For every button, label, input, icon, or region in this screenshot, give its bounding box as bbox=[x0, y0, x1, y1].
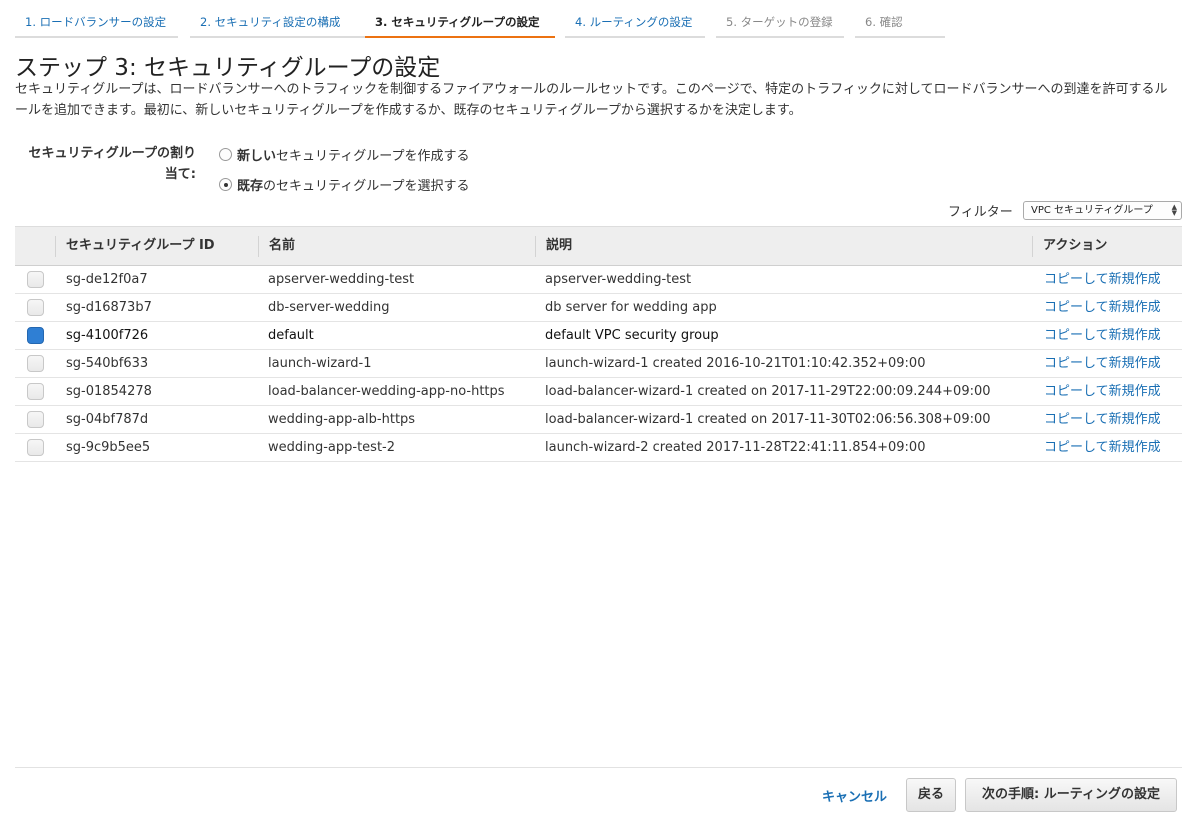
security-group-name: launch-wizard-1 bbox=[268, 356, 372, 371]
security-groups-table: セキュリティグループ ID 名前 説明 アクション sg-de12f0a7 ap… bbox=[15, 226, 1182, 462]
page-description: セキュリティグループは、ロードバランサーへのトラフィックを制御するファイアウォー… bbox=[15, 82, 1168, 118]
filter-select[interactable]: VPC セキュリティグループ ▲ ▼ bbox=[1023, 201, 1182, 220]
copy-create-link[interactable]: コピーして新規作成 bbox=[1044, 434, 1161, 461]
next-routing-button[interactable]: 次の手順: ルーティングの設定 bbox=[965, 778, 1177, 812]
column-header-description[interactable]: 説明 bbox=[546, 227, 572, 266]
copy-create-link[interactable]: コピーして新規作成 bbox=[1044, 378, 1161, 405]
tab-step-3[interactable]: 3. セキュリティグループの設定 bbox=[365, 8, 555, 38]
security-group-description: db server for wedding app bbox=[545, 300, 717, 315]
cancel-button[interactable]: キャンセル bbox=[822, 786, 887, 805]
updown-arrows-icon: ▲ ▼ bbox=[1171, 203, 1177, 217]
column-header-id[interactable]: セキュリティグループ ID bbox=[66, 227, 215, 266]
copy-create-link[interactable]: コピーして新規作成 bbox=[1044, 322, 1161, 349]
security-group-description: default VPC security group bbox=[545, 328, 719, 343]
security-group-description: load-balancer-wizard-1 created on 2017-1… bbox=[545, 412, 991, 427]
radio-existing-label: のセキュリティグループを選択する bbox=[263, 179, 470, 194]
table-row[interactable]: sg-9c9b5ee5 wedding-app-test-2 launch-wi… bbox=[15, 434, 1182, 462]
radio-new-label: セキュリティグループを作成する bbox=[276, 149, 470, 164]
security-group-description: load-balancer-wizard-1 created on 2017-1… bbox=[545, 384, 991, 399]
copy-create-link[interactable]: コピーして新規作成 bbox=[1044, 350, 1161, 377]
radio-existing-bold: 既存 bbox=[237, 179, 264, 194]
back-button[interactable]: 戻る bbox=[906, 778, 956, 812]
security-group-id: sg-04bf787d bbox=[66, 412, 149, 427]
tab-step-6: 6. 確認 bbox=[855, 8, 945, 38]
radio-button-existing[interactable] bbox=[219, 178, 232, 191]
tab-step-1[interactable]: 1. ロードバランサーの設定 bbox=[15, 8, 178, 38]
row-checkbox[interactable] bbox=[27, 439, 44, 456]
security-group-id: sg-9c9b5ee5 bbox=[66, 440, 151, 455]
row-checkbox[interactable] bbox=[27, 411, 44, 428]
security-group-description: launch-wizard-2 created 2017-11-28T22:41… bbox=[545, 440, 926, 455]
security-group-name: wedding-app-test-2 bbox=[268, 440, 396, 455]
security-group-name: load-balancer-wedding-app-no-https bbox=[268, 384, 505, 399]
column-divider bbox=[535, 236, 536, 257]
row-checkbox[interactable] bbox=[27, 355, 44, 372]
assignment-label: セキュリティグループの割り当て: bbox=[28, 146, 196, 182]
filter-select-value: VPC セキュリティグループ bbox=[1031, 205, 1153, 216]
column-header-action: アクション bbox=[1043, 238, 1108, 253]
column-divider bbox=[1032, 236, 1033, 257]
table-header: セキュリティグループ ID 名前 説明 アクション bbox=[15, 226, 1182, 266]
security-group-id: sg-de12f0a7 bbox=[66, 272, 148, 287]
column-divider bbox=[258, 236, 259, 257]
footer-divider bbox=[15, 767, 1182, 768]
tab-step-2[interactable]: 2. セキュリティ設定の構成 bbox=[190, 8, 368, 38]
page-title: ステップ 3: セキュリティグループの設定 bbox=[15, 55, 441, 81]
security-group-id: sg-4100f726 bbox=[66, 328, 149, 343]
copy-create-link[interactable]: コピーして新規作成 bbox=[1044, 294, 1161, 321]
tab-step-4[interactable]: 4. ルーティングの設定 bbox=[565, 8, 705, 38]
table-row[interactable]: sg-04bf787d wedding-app-alb-https load-b… bbox=[15, 406, 1182, 434]
security-group-id: sg-01854278 bbox=[66, 384, 152, 399]
column-header-name[interactable]: 名前 bbox=[269, 227, 295, 266]
tab-step-5: 5. ターゲットの登録 bbox=[716, 8, 844, 38]
filter-label: フィルター bbox=[948, 205, 1013, 220]
table-row[interactable]: sg-01854278 load-balancer-wedding-app-no… bbox=[15, 378, 1182, 406]
table-row[interactable]: sg-4100f726 default default VPC security… bbox=[15, 322, 1182, 350]
row-checkbox[interactable] bbox=[27, 383, 44, 400]
table-row[interactable]: sg-d16873b7 db-server-wedding db server … bbox=[15, 294, 1182, 322]
row-checkbox[interactable] bbox=[27, 271, 44, 288]
row-checkbox[interactable] bbox=[27, 299, 44, 316]
radio-button-new[interactable] bbox=[219, 148, 232, 161]
copy-create-link[interactable]: コピーして新規作成 bbox=[1044, 406, 1161, 433]
column-divider bbox=[55, 236, 56, 257]
radio-new-security-group[interactable]: 新しい セキュリティグループを作成する bbox=[219, 145, 469, 164]
security-group-description: launch-wizard-1 created 2016-10-21T01:10… bbox=[545, 356, 926, 371]
security-group-description: apserver-wedding-test bbox=[545, 272, 692, 287]
security-group-name: db-server-wedding bbox=[268, 300, 390, 315]
copy-create-link[interactable]: コピーして新規作成 bbox=[1044, 266, 1161, 293]
radio-new-bold: 新しい bbox=[237, 149, 277, 164]
table-row[interactable]: sg-de12f0a7 apserver-wedding-test apserv… bbox=[15, 266, 1182, 294]
radio-existing-security-group[interactable]: 既存 のセキュリティグループを選択する bbox=[219, 175, 469, 194]
security-group-id: sg-d16873b7 bbox=[66, 300, 152, 315]
security-group-name: default bbox=[268, 328, 314, 343]
row-checkbox[interactable] bbox=[27, 327, 44, 344]
security-group-name: wedding-app-alb-https bbox=[268, 412, 416, 427]
security-group-name: apserver-wedding-test bbox=[268, 272, 415, 287]
security-group-id: sg-540bf633 bbox=[66, 356, 149, 371]
table-row[interactable]: sg-540bf633 launch-wizard-1 launch-wizar… bbox=[15, 350, 1182, 378]
